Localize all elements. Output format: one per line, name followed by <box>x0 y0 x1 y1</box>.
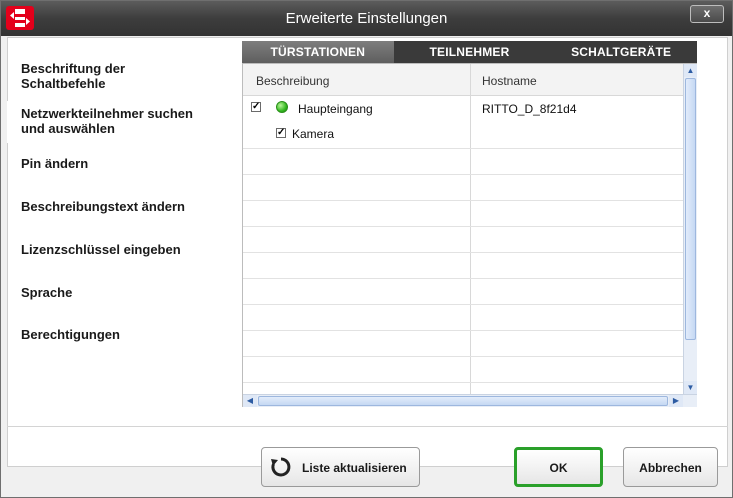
horizontal-scrollbar[interactable]: ◀ ▶ <box>243 394 697 407</box>
column-header-beschreibung[interactable]: Beschreibung <box>256 74 329 88</box>
row-divider <box>243 252 683 253</box>
device-description: Kamera <box>292 127 335 141</box>
status-online-icon <box>276 101 288 113</box>
sidebar-item-sprache[interactable]: Sprache <box>7 285 241 300</box>
sidebar-item-beschreibungstext[interactable]: Beschreibungstext ändern <box>7 199 241 214</box>
sidebar-item-label: Pin ändern <box>21 156 89 171</box>
cancel-label: Abbrechen <box>639 461 702 475</box>
sidebar-item-label: Lizenzschlüssel eingeben <box>21 242 181 257</box>
vertical-scrollbar[interactable]: ▲ ▼ <box>683 64 697 394</box>
settings-dialog: Erweiterte Einstellungen x Beschriftung … <box>0 0 733 498</box>
horizontal-scroll-thumb[interactable] <box>258 396 668 406</box>
refresh-list-button[interactable]: Liste aktualisieren <box>261 447 420 487</box>
sidebar-item-label: Schaltbefehle <box>21 76 106 91</box>
row-checkbox[interactable]: ✓ <box>251 102 261 112</box>
row-checkbox[interactable]: ✓ <box>276 128 286 138</box>
ok-button[interactable]: OK <box>514 447 603 487</box>
sidebar-item-label: Sprache <box>21 285 73 300</box>
refresh-icon <box>271 457 291 477</box>
vertical-scroll-thumb[interactable] <box>685 78 696 340</box>
settings-sidebar: Beschriftung der Schaltbefehle Netzwerkt… <box>7 37 241 425</box>
column-divider <box>470 64 471 394</box>
row-divider <box>243 356 683 357</box>
row-divider <box>243 330 683 331</box>
cancel-button[interactable]: Abbrechen <box>623 447 718 487</box>
device-table: Beschreibung Hostname ✓ Haupteingang RIT… <box>242 63 697 407</box>
device-hostname: RITTO_D_8f21d4 <box>482 102 577 116</box>
title-bar: Erweiterte Einstellungen x <box>1 1 732 36</box>
scroll-left-icon[interactable]: ◀ <box>243 395 257 407</box>
tab-schaltgeraete[interactable]: SCHALTGERÄTE <box>545 41 697 63</box>
sidebar-item-label: und auswählen <box>21 121 115 136</box>
sidebar-item-schaltbefehle[interactable]: Beschriftung der Schaltbefehle <box>7 61 241 91</box>
sidebar-item-label: Beschriftung der <box>21 61 126 76</box>
sidebar-item-label: Beschreibungstext ändern <box>21 199 185 214</box>
sidebar-item-pin[interactable]: Pin ändern <box>7 156 241 171</box>
row-divider <box>243 174 683 175</box>
sidebar-item-berechtigungen[interactable]: Berechtigungen <box>7 327 241 342</box>
footer-divider <box>7 426 728 427</box>
sidebar-item-label: Berechtigungen <box>21 327 120 342</box>
row-divider <box>243 226 683 227</box>
sidebar-item-label: Netzwerkteilnehmer suchen <box>21 106 193 121</box>
sidebar-item-lizenzschluessel[interactable]: Lizenzschlüssel eingeben <box>7 242 241 257</box>
ok-label: OK <box>549 461 568 475</box>
row-divider <box>243 200 683 201</box>
close-button[interactable]: x <box>690 5 724 23</box>
row-divider <box>243 304 683 305</box>
scroll-down-icon[interactable]: ▼ <box>684 381 697 394</box>
sidebar-item-netzwerkteilnehmer[interactable]: Netzwerkteilnehmer suchen und auswählen <box>7 101 241 143</box>
window-title: Erweiterte Einstellungen <box>285 10 448 27</box>
scroll-up-icon[interactable]: ▲ <box>684 64 697 77</box>
scroll-right-icon[interactable]: ▶ <box>669 395 683 407</box>
device-description: Haupteingang <box>298 102 373 116</box>
row-divider <box>243 278 683 279</box>
device-tabs: TÜRSTATIONEN TEILNEHMER SCHALTGERÄTE <box>242 41 697 63</box>
column-header-hostname[interactable]: Hostname <box>482 74 537 88</box>
row-divider <box>243 148 683 149</box>
refresh-list-label: Liste aktualisieren <box>302 461 407 475</box>
table-header: Beschreibung Hostname <box>243 64 683 96</box>
row-divider <box>243 382 683 383</box>
tab-teilnehmer[interactable]: TEILNEHMER <box>394 41 546 63</box>
tab-tuerstationen[interactable]: TÜRSTATIONEN <box>242 41 394 63</box>
